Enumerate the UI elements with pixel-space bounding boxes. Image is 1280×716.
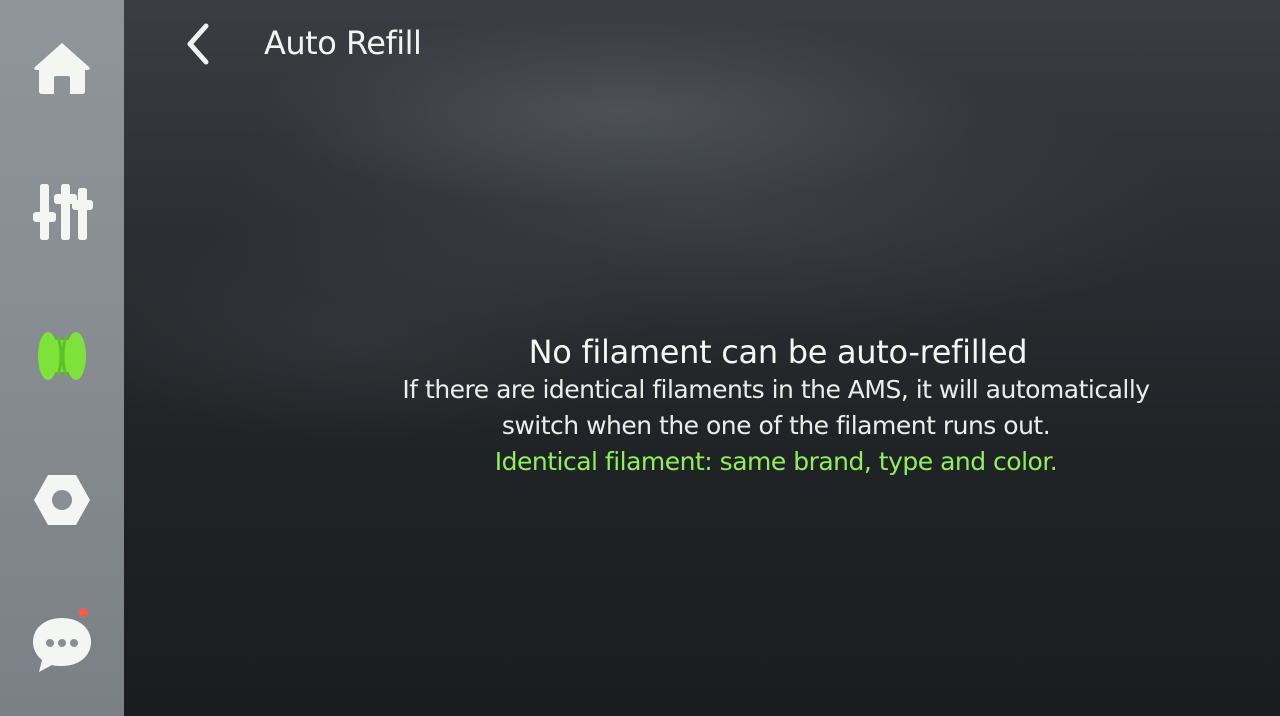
message-body-line: If there are identical filaments in the … <box>402 375 1150 404</box>
back-button[interactable] <box>176 20 220 72</box>
sidebar-item-messages[interactable] <box>22 604 102 684</box>
message-body: If there are identical filaments in the … <box>272 372 1280 444</box>
sidebar-item-controls[interactable] <box>22 172 102 252</box>
notification-dot <box>79 608 88 617</box>
sidebar-item-filament[interactable] <box>22 316 102 396</box>
chevron-left-icon <box>184 22 212 70</box>
sidebar-item-settings[interactable] <box>22 460 102 540</box>
hexagon-gear-icon <box>32 472 92 528</box>
empty-state-message: No filament can be auto-refilled If ther… <box>124 332 1280 480</box>
message-title: No filament can be auto-refilled <box>528 333 1028 371</box>
filament-spool-icon <box>34 328 90 384</box>
home-icon <box>32 40 92 96</box>
printer-screen: Auto Refill No filament can be auto-refi… <box>0 0 1280 716</box>
page-title: Auto Refill <box>264 24 422 62</box>
identical-filament-hint: Identical filament: same brand, type and… <box>494 447 1058 476</box>
chat-bubble-icon <box>31 614 93 674</box>
sliders-icon <box>31 182 93 242</box>
sidebar <box>0 0 124 716</box>
message-body-line: switch when the one of the filament runs… <box>501 411 1051 440</box>
header: Auto Refill <box>124 0 1280 92</box>
sidebar-item-home[interactable] <box>22 28 102 108</box>
